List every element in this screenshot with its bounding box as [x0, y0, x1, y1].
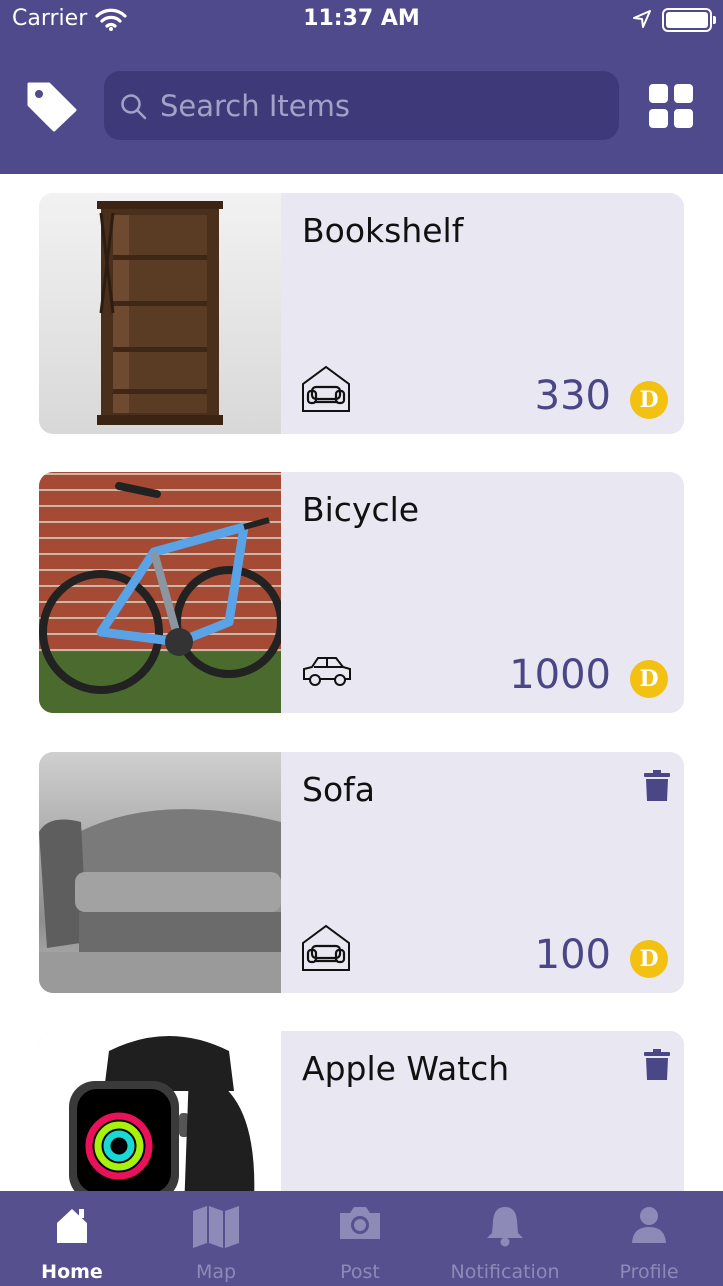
search-input[interactable]	[160, 71, 600, 140]
tab-notification[interactable]: Notification	[433, 1191, 577, 1286]
item-photo-sofa	[39, 752, 281, 993]
item-card[interactable]: Bookshelf 330 D	[39, 193, 684, 434]
tag-icon[interactable]	[25, 80, 79, 132]
tab-label: Home	[41, 1261, 103, 1283]
tab-label: Notification	[450, 1261, 560, 1283]
status-bar: Carrier 11:37 AM	[0, 0, 723, 40]
item-photo-bicycle	[39, 472, 281, 713]
bell-icon	[487, 1207, 523, 1247]
item-title: Bookshelf	[302, 211, 464, 250]
home-icon	[57, 1209, 87, 1243]
battery-icon	[662, 8, 716, 32]
furniture-icon	[302, 365, 350, 412]
coin-icon: D	[630, 940, 668, 978]
tab-map[interactable]: Map	[144, 1191, 288, 1286]
tab-bar: Home Map Post Notification Profile	[0, 1191, 723, 1286]
map-icon	[193, 1206, 239, 1248]
item-price: 330	[534, 373, 611, 419]
coin-icon: D	[630, 660, 668, 698]
tab-profile[interactable]: Profile	[577, 1191, 721, 1286]
tab-post[interactable]: Post	[288, 1191, 432, 1286]
item-price: 100	[534, 932, 611, 978]
item-title: Sofa	[302, 770, 375, 809]
tab-label: Post	[340, 1261, 380, 1283]
app-screen: Carrier 11:37 AM Search Items Bookshelf …	[0, 0, 723, 1286]
tab-home[interactable]: Home	[0, 1191, 144, 1286]
item-photo-bookshelf	[39, 193, 281, 434]
furniture-icon	[302, 924, 350, 971]
item-card[interactable]: Bicycle 1000 D	[39, 472, 684, 713]
item-card[interactable]: Sofa 100 D	[39, 752, 684, 993]
clock: 11:37 AM	[303, 6, 420, 31]
profile-icon	[632, 1207, 666, 1243]
camera-icon	[340, 1207, 380, 1239]
location-arrow-icon	[633, 10, 651, 28]
item-price: 1000	[509, 652, 611, 698]
item-title: Bicycle	[302, 490, 420, 529]
grid-view-icon[interactable]	[649, 84, 693, 128]
trash-icon[interactable]	[644, 770, 670, 801]
search-icon	[121, 94, 147, 120]
tab-label: Map	[195, 1261, 237, 1283]
vehicle-icon	[303, 657, 351, 686]
coin-icon: D	[630, 381, 668, 419]
trash-icon[interactable]	[644, 1049, 670, 1080]
tab-label: Profile	[619, 1261, 679, 1283]
item-title: Apple Watch	[302, 1049, 510, 1088]
header: Carrier 11:37 AM	[0, 0, 723, 174]
search-bar[interactable]	[104, 71, 619, 140]
